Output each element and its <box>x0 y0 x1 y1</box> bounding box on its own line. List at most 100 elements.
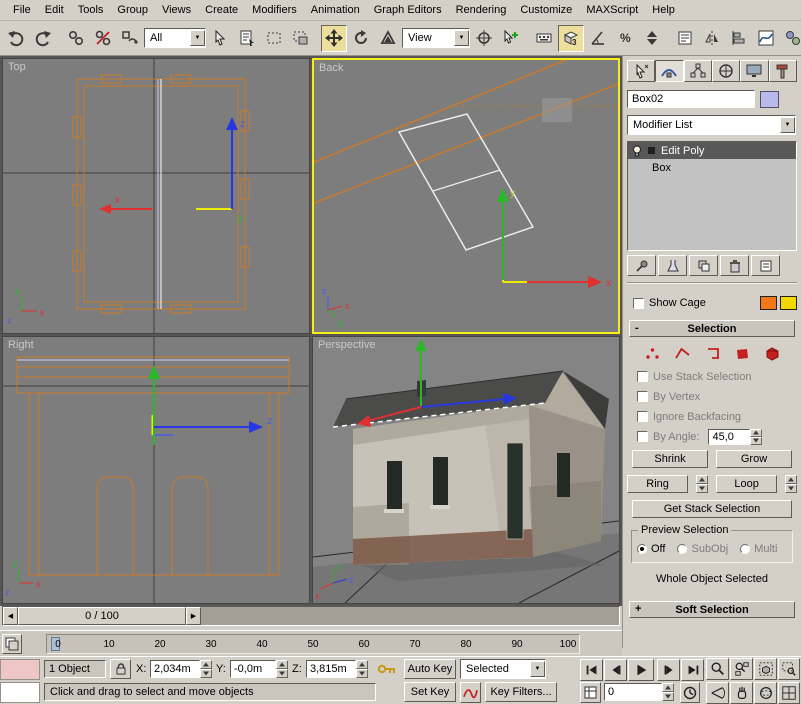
arc-rotate-button[interactable] <box>754 682 777 704</box>
time-configuration-button[interactable] <box>680 682 700 703</box>
mini-curve-editor-button[interactable] <box>2 634 22 654</box>
ignore-backfacing-checkbox[interactable] <box>637 411 648 422</box>
min-max-toggle-button[interactable] <box>778 682 800 704</box>
use-stack-selection-checkbox[interactable] <box>637 371 648 382</box>
key-filters-button[interactable]: Key Filters... <box>485 682 557 702</box>
x-coordinate-field[interactable] <box>150 660 200 678</box>
menu-tools[interactable]: Tools <box>71 2 111 18</box>
selection-filter-dropdown[interactable]: All▼ <box>144 28 206 48</box>
time-slider-next-button[interactable]: ▶ <box>186 607 201 625</box>
object-name-field[interactable] <box>627 90 755 108</box>
selection-lock-button[interactable] <box>110 659 131 679</box>
menu-create[interactable]: Create <box>198 2 245 18</box>
configure-modifier-sets-button[interactable] <box>751 255 780 276</box>
menu-group[interactable]: Group <box>110 2 155 18</box>
material-editor-button[interactable] <box>780 25 801 52</box>
z-coordinate-spinner[interactable] <box>356 660 368 678</box>
ring-spinner[interactable] <box>696 475 708 493</box>
current-frame-field[interactable] <box>604 683 662 701</box>
field-of-view-button[interactable] <box>706 682 729 704</box>
select-and-link-button[interactable] <box>63 25 89 52</box>
align-button[interactable] <box>726 25 752 52</box>
viewport-back-label[interactable]: Back <box>319 62 343 74</box>
time-slider-prev-button[interactable]: ◀ <box>3 607 18 625</box>
vertex-subobject-button[interactable] <box>641 344 664 363</box>
pan-button[interactable] <box>730 682 753 704</box>
tab-modify[interactable] <box>655 60 683 82</box>
snaps-toggle-button[interactable]: 3 <box>558 25 584 52</box>
stack-item-box[interactable]: Box <box>628 159 796 176</box>
select-object-button[interactable] <box>207 25 233 52</box>
shrink-button[interactable]: Shrink <box>632 450 708 468</box>
by-angle-field[interactable] <box>709 430 749 444</box>
viewport-top[interactable]: Top <box>2 58 310 334</box>
use-pivot-center-button[interactable] <box>471 25 497 52</box>
viewport-perspective[interactable]: Perspective <box>312 336 620 604</box>
show-end-result-button[interactable] <box>658 255 687 276</box>
zoom-extents-button[interactable] <box>754 658 777 680</box>
grow-button[interactable]: Grow <box>716 450 792 468</box>
menu-views[interactable]: Views <box>155 2 198 18</box>
polygon-subobject-button[interactable] <box>731 344 754 363</box>
default-tangent-button[interactable] <box>460 682 481 703</box>
dropdown-arrow-icon[interactable]: ▼ <box>780 117 795 133</box>
zoom-button[interactable] <box>706 658 729 680</box>
unlink-selection-button[interactable] <box>90 25 116 52</box>
next-frame-button[interactable] <box>657 659 680 681</box>
zoom-region-button[interactable] <box>778 658 800 680</box>
viewport-right[interactable]: Right <box>2 336 310 604</box>
edit-named-selection-button[interactable] <box>672 25 698 52</box>
viewport-top-canvas[interactable]: x z y y x z <box>3 59 309 333</box>
z-coordinate-field[interactable] <box>306 660 356 678</box>
bind-to-space-warp-button[interactable] <box>117 25 143 52</box>
preview-multi-radio[interactable] <box>740 544 750 554</box>
dropdown-arrow-icon[interactable]: ▼ <box>454 30 469 46</box>
cage-selected-color-swatch[interactable] <box>780 296 797 310</box>
spinner-snap-button[interactable] <box>639 25 665 52</box>
time-slider-handle[interactable]: 0 / 100 <box>18 607 186 625</box>
frame-mode-button[interactable] <box>580 682 601 703</box>
preview-subobj-radio[interactable] <box>677 544 687 554</box>
set-key-button[interactable]: Set Key <box>404 682 456 702</box>
x-coordinate-spinner[interactable] <box>200 660 212 678</box>
track-bar-ruler[interactable]: 0 10 20 30 40 50 60 70 80 90 100 <box>0 630 622 656</box>
visibility-bulb-icon[interactable] <box>632 145 642 157</box>
viewport-right-label[interactable]: Right <box>8 339 34 351</box>
menu-customize[interactable]: Customize <box>513 2 579 18</box>
menu-modifiers[interactable]: Modifiers <box>245 2 304 18</box>
stack-item-edit-poly[interactable]: Edit Poly <box>628 142 796 159</box>
modifier-list-dropdown[interactable]: Modifier List▼ <box>627 115 796 135</box>
select-and-move-button[interactable] <box>321 25 347 52</box>
viewport-back-canvas[interactable]: y x z x y <box>314 60 618 332</box>
edge-subobject-button[interactable] <box>671 344 694 363</box>
go-to-start-button[interactable] <box>580 659 603 681</box>
cage-color-swatch[interactable] <box>760 296 777 310</box>
modifier-stack[interactable]: Edit Poly Box <box>627 141 797 251</box>
auto-key-button[interactable]: Auto Key <box>404 659 456 679</box>
border-subobject-button[interactable] <box>701 344 724 363</box>
selection-rollout-header[interactable]: - Selection <box>629 320 795 337</box>
get-stack-selection-button[interactable]: Get Stack Selection <box>632 500 792 518</box>
select-and-rotate-button[interactable] <box>348 25 374 52</box>
viewport-back[interactable]: Back y x <box>312 58 620 334</box>
tab-motion[interactable] <box>712 60 740 82</box>
by-angle-checkbox[interactable] <box>637 431 648 442</box>
timeline-ruler-strip[interactable]: 0 10 20 30 40 50 60 70 80 90 100 <box>46 634 580 654</box>
show-cage-checkbox[interactable] <box>633 298 644 309</box>
menu-edit[interactable]: Edit <box>38 2 71 18</box>
maxscript-mini-listener-pink[interactable] <box>0 659 40 680</box>
pin-stack-button[interactable] <box>627 255 656 276</box>
menu-file[interactable]: File <box>6 2 38 18</box>
viewport-perspective-canvas[interactable]: y z x <box>313 337 619 603</box>
current-frame-spinner[interactable] <box>662 683 674 701</box>
viewport-top-label[interactable]: Top <box>8 61 26 73</box>
menu-rendering[interactable]: Rendering <box>449 2 514 18</box>
zoom-all-button[interactable] <box>730 658 753 680</box>
window-crossing-toggle-button[interactable] <box>288 25 314 52</box>
menu-help[interactable]: Help <box>645 2 682 18</box>
tab-utilities[interactable] <box>769 60 797 82</box>
curve-editor-button[interactable] <box>753 25 779 52</box>
key-mode-dropdown[interactable]: Selected▼ <box>460 659 546 679</box>
soft-selection-rollout-header[interactable]: + Soft Selection <box>629 601 795 618</box>
y-coordinate-field[interactable] <box>230 660 276 678</box>
